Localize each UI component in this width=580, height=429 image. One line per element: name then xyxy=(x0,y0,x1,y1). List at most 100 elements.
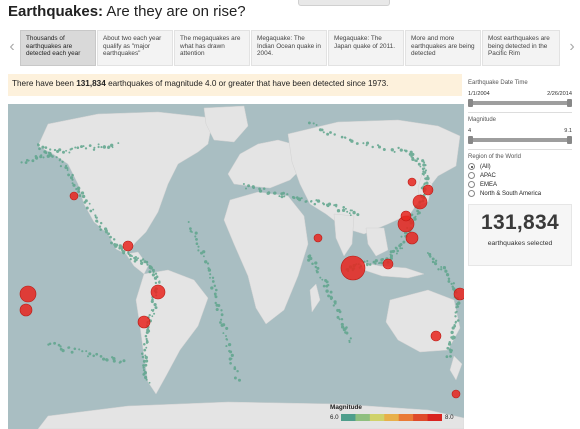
quake-dot xyxy=(390,148,394,152)
quake-dot xyxy=(48,151,52,156)
quake-dot xyxy=(66,169,69,171)
quake-dot xyxy=(365,141,370,145)
quake-dot xyxy=(62,150,65,154)
quake-dot xyxy=(206,262,210,265)
legend-max-label: 8.0 xyxy=(445,414,454,421)
quake-dot xyxy=(327,294,331,298)
date-range-slider[interactable] xyxy=(468,99,572,107)
quake-dot xyxy=(326,132,330,136)
magnitude-min-handle[interactable] xyxy=(468,136,473,144)
quake-dot xyxy=(314,261,318,265)
story-point-4[interactable]: Megaquake: The Indian Ocean quake in 200… xyxy=(251,30,327,66)
region-option-americas[interactable]: North & South America xyxy=(468,190,572,197)
magnitude-range-values: 4 9.1 xyxy=(468,128,572,134)
large-quake-marker[interactable] xyxy=(340,255,366,281)
quake-dot xyxy=(415,159,418,163)
story-point-6[interactable]: More and more earthquakes are being dete… xyxy=(405,30,481,66)
quake-dot xyxy=(145,260,149,264)
large-quake-marker[interactable] xyxy=(451,389,461,399)
large-quake-marker[interactable] xyxy=(150,284,166,300)
large-quake-marker[interactable] xyxy=(382,258,394,270)
quake-dot xyxy=(146,263,149,266)
legend-swatch xyxy=(427,414,442,421)
quake-dot xyxy=(229,350,233,354)
quake-dot xyxy=(348,341,351,344)
quake-dot xyxy=(66,167,69,170)
quake-dot xyxy=(97,143,100,146)
dashboard-tab[interactable] xyxy=(298,0,390,6)
quake-dot xyxy=(197,245,200,248)
quake-dot xyxy=(59,345,62,348)
quake-dot xyxy=(349,214,352,217)
large-quake-marker[interactable] xyxy=(405,231,419,245)
date-max-value: 2/26/2014 xyxy=(547,91,572,97)
region-option-emea[interactable]: EMEA xyxy=(468,181,572,188)
story-point-3[interactable]: The megaquakes are what has drawn attent… xyxy=(174,30,250,66)
radio-icon[interactable] xyxy=(468,172,475,179)
quake-dot xyxy=(325,289,329,293)
magnitude-range-slider[interactable] xyxy=(468,136,572,144)
large-quake-marker[interactable] xyxy=(400,210,412,222)
date-max-handle[interactable] xyxy=(567,99,572,107)
quake-dot xyxy=(214,294,217,297)
quake-dot xyxy=(316,199,321,203)
quake-dot xyxy=(366,259,369,263)
legend-swatch xyxy=(384,414,400,421)
large-quake-marker[interactable] xyxy=(137,315,151,329)
quake-dot xyxy=(107,232,110,236)
quake-dot xyxy=(70,147,74,150)
quake-dot xyxy=(105,358,109,362)
quake-dot xyxy=(320,128,324,132)
quake-dot xyxy=(400,235,403,238)
radio-icon[interactable] xyxy=(468,163,475,170)
quake-dot xyxy=(53,148,57,152)
large-quake-marker[interactable] xyxy=(122,240,134,252)
large-quake-marker[interactable] xyxy=(313,233,323,243)
large-quake-marker[interactable] xyxy=(407,177,417,187)
earthquake-map[interactable] xyxy=(8,104,464,429)
quake-dot xyxy=(282,191,285,195)
quake-dot xyxy=(444,269,447,272)
radio-icon[interactable] xyxy=(468,190,475,197)
map-canvas[interactable] xyxy=(8,104,464,429)
region-option-all[interactable]: (All) xyxy=(468,163,572,170)
quake-dot xyxy=(95,352,99,356)
large-quake-marker[interactable] xyxy=(19,285,37,303)
quake-dot xyxy=(145,346,148,349)
quake-dot xyxy=(396,249,399,253)
quake-dot xyxy=(356,213,359,216)
quake-dot xyxy=(332,304,335,307)
quake-dot xyxy=(86,355,90,358)
quake-dot xyxy=(424,169,427,172)
quake-dot xyxy=(142,366,145,369)
date-min-handle[interactable] xyxy=(468,99,473,107)
story-point-1[interactable]: Thousands of earthquakes are detected ea… xyxy=(20,30,96,66)
story-point-5[interactable]: Megaquake: The Japan quake of 2011. xyxy=(328,30,404,66)
large-quake-marker[interactable] xyxy=(19,303,33,317)
large-quake-marker[interactable] xyxy=(69,191,79,201)
region-option-apac[interactable]: APAC xyxy=(468,172,572,179)
chevron-left-icon[interactable]: ‹ xyxy=(6,38,18,56)
large-quake-marker[interactable] xyxy=(430,330,442,342)
quake-dot xyxy=(365,144,368,147)
story-point-7[interactable]: Most earthquakes are being detected in t… xyxy=(482,30,560,66)
quake-dot xyxy=(61,160,64,163)
quake-dot xyxy=(154,306,158,310)
story-point-2[interactable]: About two each year qualify as "major ea… xyxy=(97,30,173,66)
quake-dot xyxy=(133,256,136,260)
magnitude-max-handle[interactable] xyxy=(567,136,572,144)
large-quake-marker[interactable] xyxy=(422,184,434,196)
quake-dot xyxy=(154,272,158,275)
large-quake-marker[interactable] xyxy=(453,287,464,301)
quake-dot xyxy=(96,221,99,223)
quake-dot xyxy=(350,139,354,143)
quake-dot xyxy=(141,261,144,265)
quake-dot xyxy=(449,350,453,354)
chevron-right-icon[interactable]: › xyxy=(566,38,578,56)
quake-dot xyxy=(37,143,40,147)
quake-dot xyxy=(419,165,422,168)
large-quake-marker[interactable] xyxy=(412,194,428,210)
quake-dot xyxy=(445,273,450,277)
quake-dot xyxy=(345,326,348,329)
radio-icon[interactable] xyxy=(468,181,475,188)
